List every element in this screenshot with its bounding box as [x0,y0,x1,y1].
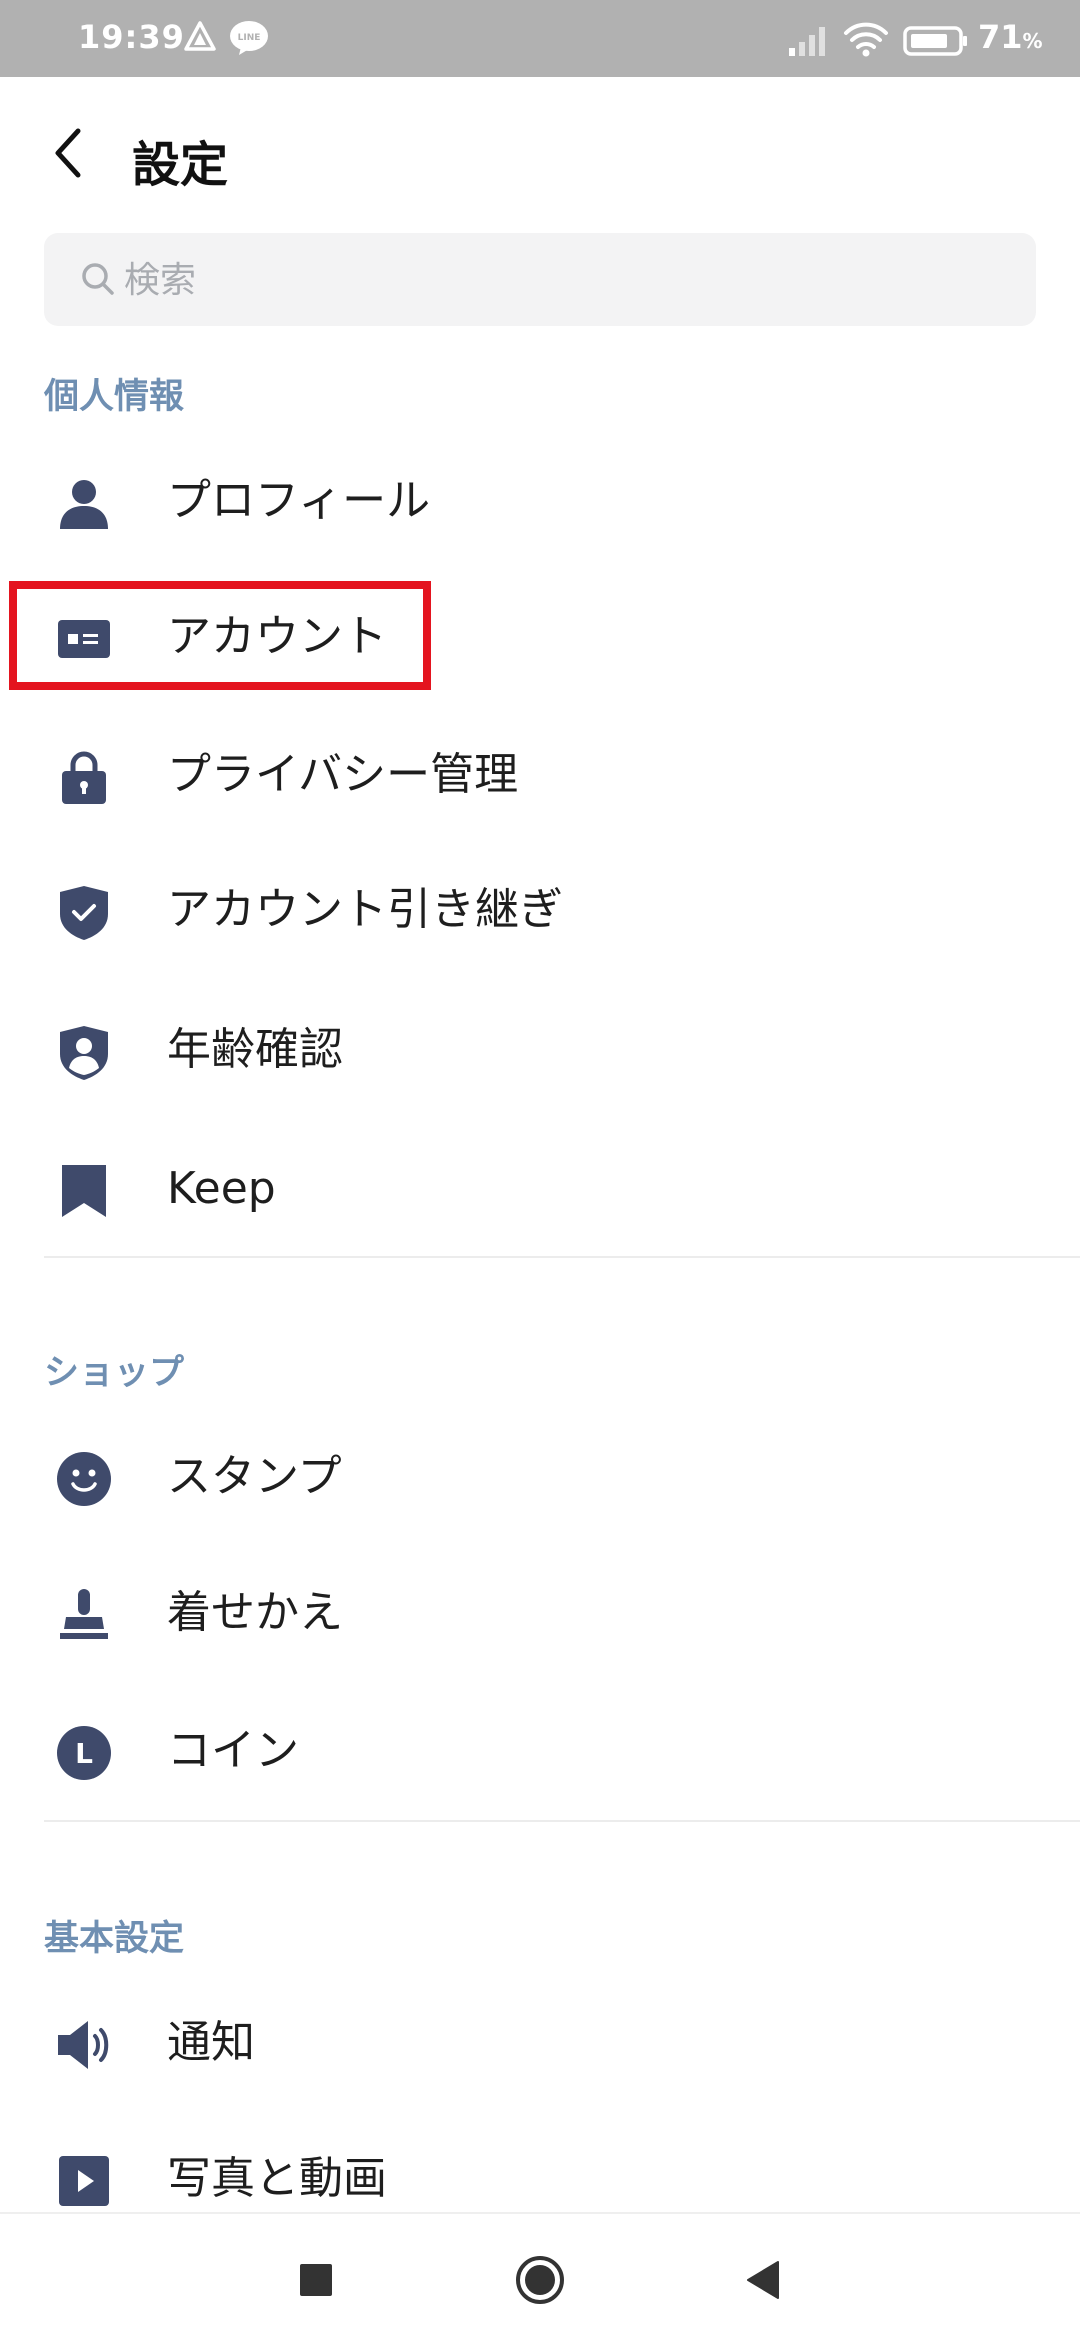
menu-item-label: 着せかえ [167,1587,343,1638]
menu-item-age-verification[interactable]: 年齢確認 [0,985,1080,1115]
menu-item-keep[interactable]: Keep [0,1124,1080,1254]
search-bar[interactable] [44,233,1036,328]
section-title-personal: 個人情報 [44,377,185,417]
back-button[interactable] [40,121,104,185]
search-input[interactable] [122,233,1006,328]
menu-item-account-transfer[interactable]: アカウント引き継ぎ [0,845,1080,975]
menu-item-label: アカウント引き継ぎ [167,884,563,935]
menu-item-profile[interactable]: プロフィール [0,436,1080,566]
page-title: 設定 [132,137,229,193]
signal-icon [788,24,830,60]
smiley-icon [57,1452,111,1506]
menu-item-coins[interactable]: L コイン [0,1686,1080,1816]
section-divider [44,1256,1080,1258]
brush-icon [60,1589,108,1639]
play-icon [59,2156,109,2206]
menu-item-label: プライバシー管理 [167,749,519,800]
speaker-icon [58,2021,109,2069]
battery-icon [903,26,969,60]
app-header: 設定 [0,77,1080,227]
status-bar: 19:39 LINE 71% [0,0,1080,77]
section-title-shop: ショップ [44,1353,185,1393]
section-divider [44,1820,1080,1822]
shield-person-icon [60,1026,108,1080]
recents-button[interactable] [290,2254,342,2306]
navigation-triangle-icon [183,20,217,58]
back-triangle-icon [747,2261,779,2299]
highlight-box [9,581,431,690]
coin-icon: L [57,1726,111,1780]
menu-item-label: 年齢確認 [167,1024,343,1075]
line-badge-text: LINE [238,33,261,43]
system-nav-bar [0,2212,1080,2342]
battery-level: 71% [978,18,1043,56]
bookmark-icon [62,1165,106,1217]
line-bubble-icon: LINE [229,20,269,60]
shield-check-icon [60,886,108,940]
coin-letter: L [75,1737,93,1770]
menu-item-label: プロフィール [167,475,431,526]
menu-item-themes[interactable]: 着せかえ [0,1548,1080,1678]
menu-item-notifications[interactable]: 通知 [0,1978,1080,2108]
menu-item-label: 通知 [167,2017,255,2068]
home-button[interactable] [514,2254,566,2306]
section-title-basic: 基本設定 [44,1919,185,1959]
status-time: 19:39 [78,18,185,56]
search-icon [82,263,114,295]
menu-item-privacy[interactable]: プライバシー管理 [0,710,1080,840]
menu-item-label: コイン [167,1725,299,1776]
menu-item-stickers[interactable]: スタンプ [0,1412,1080,1542]
recents-square-icon [300,2264,332,2296]
menu-item-label: スタンプ [167,1451,342,1502]
person-icon [60,480,108,529]
home-circle-icon [516,2256,564,2304]
menu-item-label: Keep [167,1163,276,1214]
system-back-button[interactable] [738,2254,790,2306]
wifi-icon [842,20,890,62]
chevron-left-icon [55,128,81,178]
lock-icon [62,751,106,804]
